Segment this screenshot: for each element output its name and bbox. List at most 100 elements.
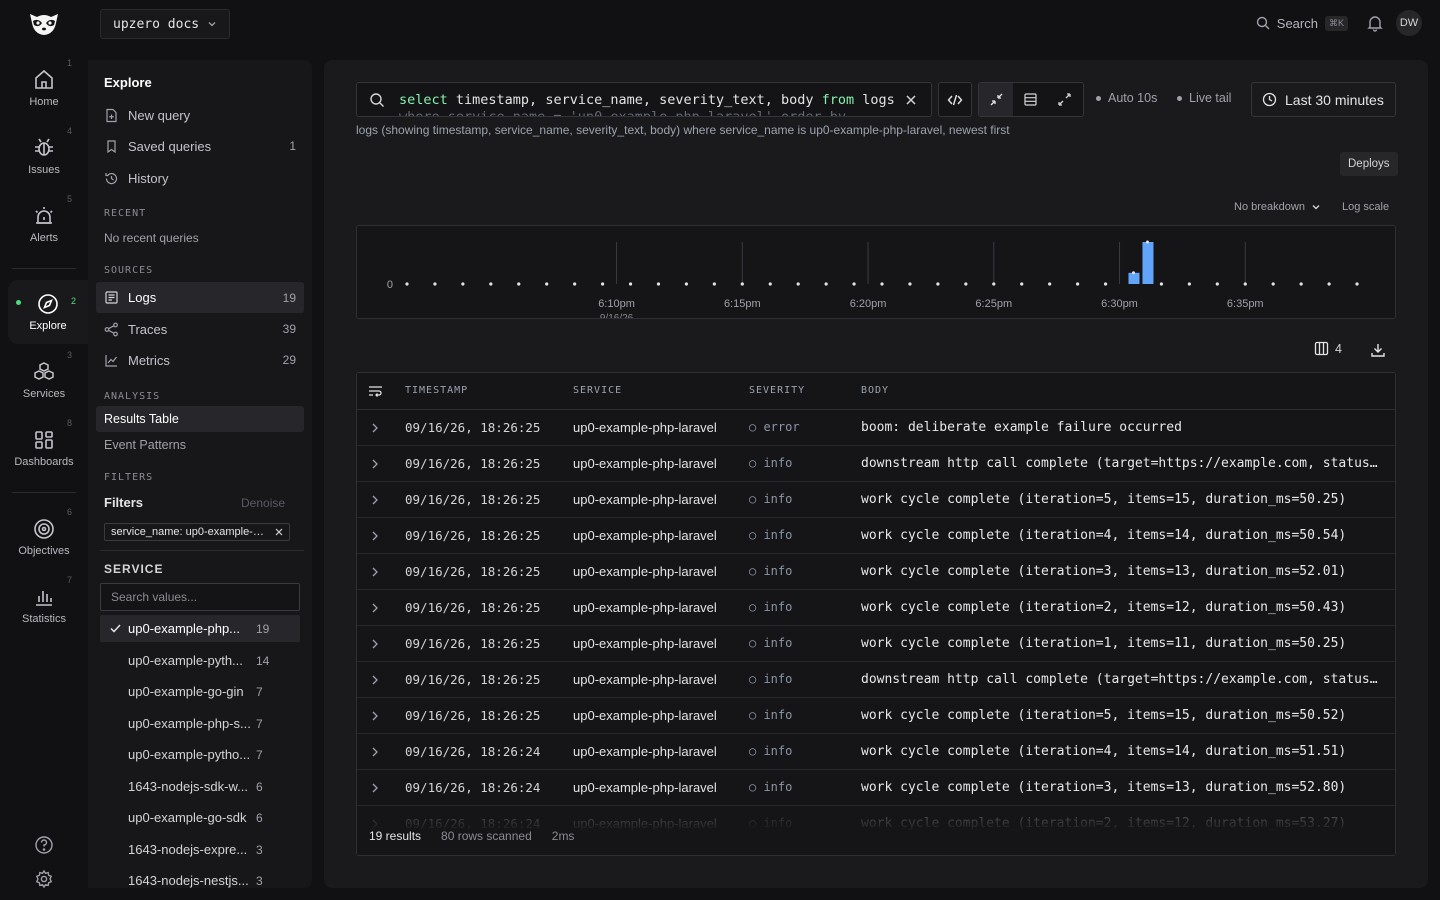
x-tick-label: 6:15pm [724,298,761,310]
table-row[interactable]: 09/16/26, 18:26:24 up0-example-php-larave… [357,770,1395,806]
nav-dashboards[interactable]: 8 Dashboards [0,416,88,480]
chevron-right-icon[interactable] [371,531,379,541]
query-editor[interactable]: select timestamp, service_name, severity… [356,82,932,117]
global-search-button[interactable]: Search ⌘K [1256,15,1348,31]
service-value-item[interactable]: up0-example-pytho... 7 [100,741,300,768]
nav-objectives[interactable]: 6 Objectives [0,505,88,569]
table-row[interactable]: 09/16/26, 18:26:25 up0-example-php-larave… [357,590,1395,626]
user-avatar[interactable]: DW [1396,10,1422,36]
workspace-switcher[interactable]: upzero docs [100,9,231,39]
denoise-toggle[interactable]: Denoise [241,496,285,510]
nav-objectives-label: Objectives [18,545,70,557]
saved-queries-button[interactable]: Saved queries 1 [96,132,304,160]
source-traces[interactable]: Traces 39 [96,315,304,343]
rows-scanned: 80 rows scanned [441,829,532,843]
history-button[interactable]: History [96,164,304,192]
severity-label: info [763,456,793,470]
nav-alerts[interactable]: 5 Alerts [0,192,88,256]
live-tail-toggle[interactable]: Live tail [1177,91,1231,105]
time-range-picker[interactable]: Last 30 minutes [1251,82,1396,117]
compact-view-button[interactable] [979,83,1013,116]
code-view-button[interactable] [938,82,972,117]
chevron-right-icon[interactable] [371,747,379,757]
auto-refresh-toggle[interactable]: Auto 10s [1096,91,1157,105]
chevron-right-icon[interactable] [371,603,379,613]
table-view-button[interactable] [1013,83,1047,116]
table-header: TIMESTAMP SERVICE SEVERITY BODY [357,373,1395,410]
chevron-right-icon[interactable] [371,423,379,433]
expand-arrows-icon [1057,93,1071,106]
chevron-right-icon[interactable] [371,567,379,577]
table-row[interactable]: 09/16/26, 18:26:25 up0-example-php-larave… [357,518,1395,554]
nav-home[interactable]: 1 Home [0,56,88,120]
table-row[interactable]: 09/16/26, 18:26:25 up0-example-php-larave… [357,626,1395,662]
filters-divider [100,550,304,551]
cell-body: work cycle complete (iteration=4, items=… [861,744,1347,759]
nav-statistics[interactable]: 7 Statistics [0,573,88,637]
header-timestamp[interactable]: TIMESTAMP [405,385,468,396]
service-value-item[interactable]: up0-example-go-sdk 6 [100,804,300,831]
close-icon[interactable] [275,528,283,536]
download-icon[interactable] [1370,342,1386,358]
service-search-input[interactable] [100,583,300,611]
header-service[interactable]: SERVICE [573,385,622,396]
new-query-button[interactable]: New query [96,101,304,129]
cell-timestamp: 09/16/26, 18:26:25 [405,600,541,615]
chevron-right-icon[interactable] [371,675,379,685]
help-icon[interactable] [34,835,54,855]
service-value-item[interactable]: up0-example-php-s... 7 [100,710,300,737]
cell-timestamp: 09/16/26, 18:26:24 [405,744,541,759]
cell-service: up0-example-php-laravel [573,528,717,543]
cell-service: up0-example-php-laravel [573,744,717,759]
service-value-count: 6 [256,779,263,794]
nav-home-label: Home [29,96,59,108]
source-logs[interactable]: Logs 19 [96,282,304,313]
analysis-results-table[interactable]: Results Table [96,406,304,432]
query-text[interactable]: select timestamp, service_name, severity… [399,92,895,116]
nav-services[interactable]: 3 Services [0,348,88,412]
bell-icon[interactable] [1366,14,1384,32]
table-row[interactable]: 09/16/26, 18:26:25 up0-example-php-larave… [357,482,1395,518]
chevron-right-icon[interactable] [371,459,379,469]
analysis-event-patterns[interactable]: Event Patterns [96,432,304,458]
expand-view-button[interactable] [1047,83,1081,116]
source-metrics[interactable]: Metrics 29 [96,346,304,374]
deploys-button[interactable]: Deploys [1340,152,1398,176]
analysis-heading: ANALYSIS [104,391,161,402]
service-value-item[interactable]: 1643-nodejs-sdk-w... 6 [100,773,300,800]
chevron-right-icon[interactable] [371,711,379,721]
service-value-item[interactable]: up0-example-php... 19 [100,615,300,642]
nav-explore[interactable]: 2 Explore [8,280,88,344]
table-row[interactable]: 09/16/26, 18:26:25 up0-example-php-larave… [357,698,1395,734]
table-row[interactable]: 09/16/26, 18:26:25 up0-example-php-larave… [357,662,1395,698]
nav-services-shortcut: 3 [66,350,72,360]
chevron-right-icon[interactable] [371,495,379,505]
table-row[interactable]: 09/16/26, 18:26:25 up0-example-php-larave… [357,446,1395,482]
header-severity[interactable]: SEVERITY [749,385,805,396]
raccoon-logo-icon[interactable] [28,10,60,38]
log-scale-toggle[interactable]: Log scale [1342,201,1389,213]
x-tick-label: 6:25pm [975,298,1012,310]
header-body[interactable]: BODY [861,385,889,396]
chevron-right-icon[interactable] [371,639,379,649]
table-row[interactable]: 09/16/26, 18:26:24 up0-example-php-larave… [357,734,1395,770]
service-value-item[interactable]: 1643-nodejs-nestjs... 3 [100,867,300,888]
settings-gear-icon[interactable] [34,869,54,889]
service-value-item[interactable]: 1643-nodejs-expre... 3 [100,836,300,863]
zero-point-dot [461,282,465,286]
sources-heading: SOURCES [104,265,154,276]
breakdown-select[interactable]: No breakdown [1234,201,1321,213]
nav-issues[interactable]: 4 Issues [0,124,88,188]
table-row[interactable]: 09/16/26, 18:26:25 up0-example-php-larave… [357,410,1395,446]
clear-icon[interactable] [905,94,917,106]
chevron-right-icon[interactable] [371,783,379,793]
columns-button[interactable]: 4 [1314,341,1342,356]
wrap-lines-icon[interactable] [368,385,383,398]
service-value-item[interactable]: up0-example-pyth... 14 [100,647,300,674]
top-right-actions: Search ⌘K DW [1256,10,1422,36]
source-logs-label: Logs [128,290,157,305]
table-row[interactable]: 09/16/26, 18:26:25 up0-example-php-larave… [357,554,1395,590]
service-value-item[interactable]: up0-example-go-gin 7 [100,678,300,705]
rail-divider [12,492,76,493]
cell-service: up0-example-php-laravel [573,672,717,687]
